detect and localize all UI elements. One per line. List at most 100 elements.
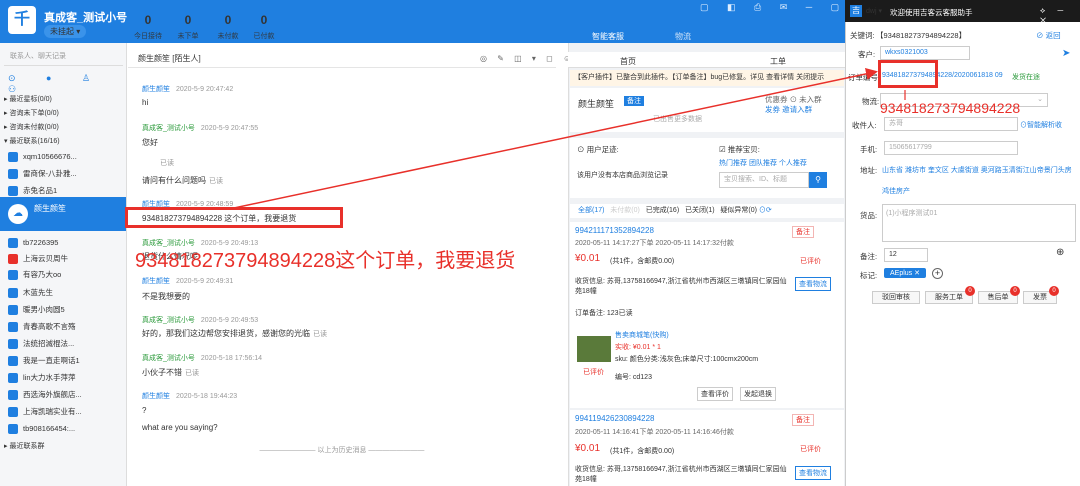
phone-input[interactable]: 15065617799 xyxy=(884,141,1018,155)
message-meta: 真成客_测试小号 2020-5-9 20:47:55 xyxy=(142,125,259,132)
group-starred[interactable]: ▸ 最近星标(0/0) xyxy=(4,94,52,104)
order-flag[interactable]: 备注 xyxy=(792,226,814,238)
tab-completed[interactable]: 已完成(16) xyxy=(646,207,679,214)
avatar xyxy=(8,169,18,180)
goods-code: 编号: cd123 xyxy=(615,374,652,381)
chevron-down-icon: ⌄ xyxy=(1037,96,1043,103)
keyword-value: 【934818273794894228】 xyxy=(876,31,967,40)
search-icon[interactable]: ⚲ xyxy=(809,172,827,188)
view-logistics-button[interactable]: 查看物流 xyxy=(795,277,831,291)
add-circle-icon[interactable]: ⊕ xyxy=(1056,247,1064,258)
contact-item[interactable]: xqm10566676... xyxy=(8,150,124,168)
group-unpaid[interactable]: ▸ 咨询未付款(0/0) xyxy=(4,122,59,132)
send-icon[interactable]: ➤ xyxy=(1062,48,1070,59)
invoice-button[interactable]: 发票 0 xyxy=(1023,286,1059,304)
contact-item[interactable]: 雷商保-八卦雅... xyxy=(8,167,124,185)
recommend-links[interactable]: 热门推荐 团队推荐 个人推荐 xyxy=(719,158,807,168)
message-text: 好的，那我们这边帮您安排退货，感谢您的光临 已读 xyxy=(142,329,327,338)
address-value-extra[interactable]: 鸿佳房产 xyxy=(882,186,910,196)
group-recent[interactable]: ▾ 最近联系(16/16) xyxy=(4,136,60,146)
contact-item[interactable]: 西选海外旗舰店... xyxy=(8,388,124,406)
contact-search-input[interactable]: 联系人、聊天记录 xyxy=(4,48,123,66)
customer-remark-badge[interactable]: 备注 xyxy=(624,96,644,106)
goods-textarea[interactable]: (1)小程序测试01 xyxy=(882,204,1076,242)
order-shipping-status: 发货在途 xyxy=(1012,74,1040,81)
annotation-order-number: 934818273794894228 xyxy=(880,100,1021,116)
message-text: 不是我想要的 xyxy=(142,292,190,301)
group-not-ordered[interactable]: ▸ 咨询未下单(0/0) xyxy=(4,108,59,118)
tag-chip[interactable]: AEplus ✕ xyxy=(884,268,926,278)
order-address: 收货信息: 苏哥,13758166947,浙江省杭州市西湖区三墩镇同仁家园仙苑1… xyxy=(575,466,787,483)
contact-item[interactable]: tb908166454:... xyxy=(8,422,124,440)
tab-abnormal[interactable]: 疑似异常(0) xyxy=(720,207,757,214)
receiver-input[interactable]: 苏哥 xyxy=(884,117,1018,131)
tab-unpaid[interactable]: 未付款(0) xyxy=(610,207,640,214)
order-flag[interactable]: 备注 xyxy=(792,414,814,426)
contact-item[interactable]: 法统招滅棍法... xyxy=(8,337,124,355)
count-badge: 0 xyxy=(1049,286,1059,296)
tab-work-order[interactable]: 工单 xyxy=(770,56,786,67)
avatar xyxy=(8,322,18,333)
avatar xyxy=(8,305,18,316)
customer-label: 客户: xyxy=(858,50,876,59)
back-link[interactable]: ⊘ 返回 xyxy=(1036,30,1061,41)
recommend-title: ☑ 推荐宝贝: xyxy=(719,145,760,154)
assistant-window-controls[interactable]: ⟡ ─ ✕ xyxy=(1040,6,1080,26)
goods-price: 实收: ¥0.01 * 1 xyxy=(615,344,661,351)
order-id[interactable]: 994119426230894228 xyxy=(575,414,655,423)
remark-select[interactable]: 12 xyxy=(884,248,928,262)
contact-item[interactable]: 我是一直走啊话1 xyxy=(8,354,124,372)
contact-item[interactable]: 青春高歌不言殇 xyxy=(8,320,124,338)
assistant-title: 欢迎使用吉客云客服助手 xyxy=(890,8,973,17)
customer-field[interactable]: wkxs0321003 xyxy=(880,46,970,60)
service-ticket-button[interactable]: 服务工单 0 xyxy=(925,286,975,304)
avatar xyxy=(8,254,18,265)
tab-closed[interactable]: 已关闭(1) xyxy=(685,207,715,214)
view-logistics-button[interactable]: 查看物流 xyxy=(795,466,831,480)
tab-smart-service[interactable]: 智能客服 xyxy=(568,31,648,42)
order-id[interactable]: 994211171352894228 xyxy=(575,226,654,235)
assistant-user[interactable]: dwj ▾ xyxy=(866,7,882,15)
address-value[interactable]: 山东省 潍坊市 奎文区 大虞街道 奥河路玉清街江山帝景门头房 xyxy=(882,165,1072,175)
group-recent-groups[interactable]: ▸ 最近联系群 xyxy=(4,441,44,451)
tab-logistics[interactable]: 物流 xyxy=(648,31,718,42)
chat-toolbar[interactable]: ◎ ✎ ◫ ▾ ◻ ☺ xyxy=(480,54,575,63)
shop-logo: 千 xyxy=(8,6,36,34)
order-time: 2020-05-11 14:17:27下单 2020-05-11 14:17:3… xyxy=(575,240,734,247)
avatar xyxy=(8,390,18,401)
plus-icon[interactable]: + xyxy=(932,268,943,279)
refresh-icon[interactable]: ⊙⟳ xyxy=(759,207,772,214)
contact-item[interactable]: 木蓝先生 xyxy=(8,286,124,304)
contact-item[interactable]: 暖男小肉圆5 xyxy=(8,303,124,321)
view-review-button[interactable]: 查看评价 xyxy=(697,387,733,401)
shop-status-dropdown[interactable]: 未挂起 ▾ xyxy=(44,25,87,38)
tab-home[interactable]: 首页 xyxy=(620,56,636,67)
contact-item-active[interactable]: ☁ 颜生颜笙 xyxy=(0,197,126,231)
contact-item[interactable]: lin大力水手萍萍 xyxy=(8,371,124,389)
tag-label: 标记: xyxy=(860,271,878,280)
order-remark: 订单备注: 123已读 xyxy=(575,310,633,317)
reject-review-button[interactable]: 驳回审核 xyxy=(872,291,920,304)
order-address: 收货信息: 苏哥,13758166947,浙江省杭州市西湖区三墩镇同仁家园仙苑1… xyxy=(575,278,787,295)
contact-item[interactable]: 有容乃大oo xyxy=(8,268,124,286)
customer-actions[interactable]: 发券 邀请入群 xyxy=(765,104,812,115)
contact-filter-icons[interactable]: ⊙ ● ♙ ⚇ xyxy=(8,73,120,94)
after-sale-button[interactable]: 售后单 0 xyxy=(978,286,1020,304)
goods-title[interactable]: 售卖商城笔(快购) xyxy=(615,330,669,340)
customer-name: 颜生颜笙 xyxy=(578,99,615,109)
avatar xyxy=(8,238,18,249)
contact-item[interactable]: 上海凯瑞实业有... xyxy=(8,405,124,423)
tab-all-orders[interactable]: 全部(17) xyxy=(578,207,604,214)
initiate-refund-button[interactable]: 发起退换 xyxy=(740,387,776,401)
smart-parse-link[interactable]: ⊙智能解析收 xyxy=(1020,120,1062,130)
keyword-label: 关键词: xyxy=(850,31,875,40)
avatar xyxy=(8,339,18,350)
avatar xyxy=(8,288,18,299)
recommend-search-input[interactable]: 宝贝搜索、ID、标题 xyxy=(719,172,809,188)
address-label: 地址: xyxy=(860,166,878,175)
message-text: 小伙子不错 已读 xyxy=(142,368,199,377)
order-status-tabs[interactable]: 全部(17) 未付款(0) 已完成(16) 已关闭(1) 疑似异常(0) ⊙⟳ xyxy=(570,204,844,218)
avatar xyxy=(8,424,18,435)
stat-unpaid: 0 未付款 xyxy=(217,13,239,40)
goods-status: 已评价 xyxy=(583,369,604,376)
